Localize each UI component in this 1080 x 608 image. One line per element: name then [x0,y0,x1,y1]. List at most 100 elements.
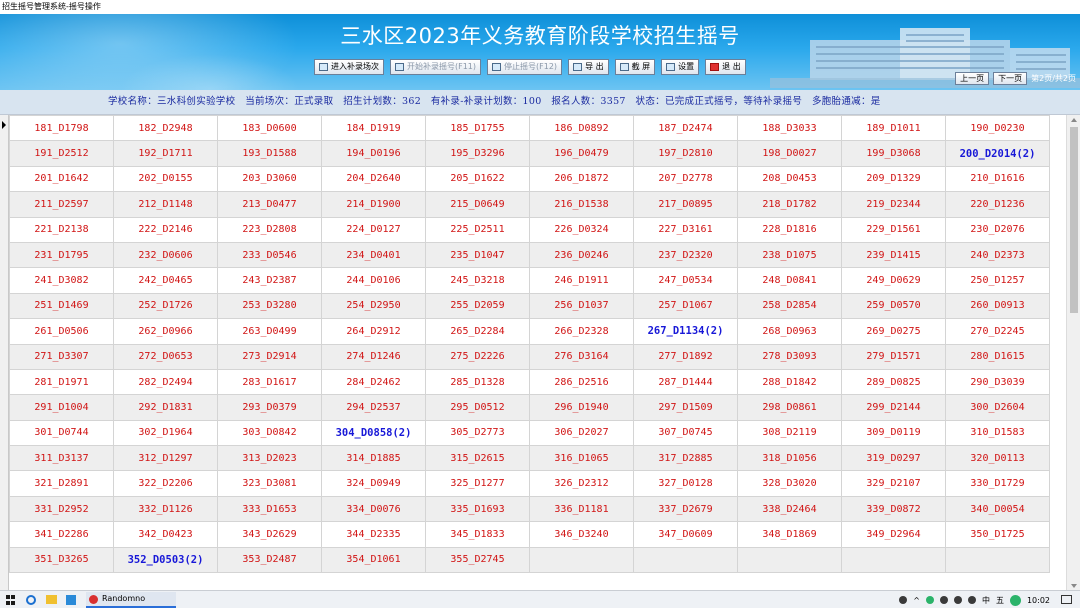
table-cell[interactable]: 312_D1297 [113,445,218,472]
table-cell[interactable]: 184_D1919 [321,114,426,142]
table-cell[interactable]: 188_D3033 [737,114,842,142]
table-cell[interactable]: 318_D1056 [737,445,842,472]
table-cell[interactable]: 223_D2808 [217,216,322,243]
table-cell[interactable] [945,546,1050,574]
table-cell[interactable]: 304_D0858(2) [321,419,426,447]
ime-layout[interactable]: 五 [996,595,1004,606]
table-cell[interactable]: 316_D1065 [529,445,634,472]
table-cell[interactable]: 338_D2464 [737,495,842,523]
table-cell[interactable]: 251_D1469 [9,292,114,320]
table-cell[interactable]: 191_D2512 [9,140,114,167]
table-cell[interactable]: 241_D3082 [9,267,114,294]
table-cell[interactable]: 336_D1181 [529,495,634,523]
table-cell[interactable]: 246_D1911 [529,267,634,294]
table-cell[interactable]: 292_D1831 [113,394,218,421]
table-cell[interactable]: 288_D1842 [737,368,842,396]
table-cell[interactable]: 248_D0841 [737,267,842,294]
table-cell[interactable]: 209_D1329 [841,165,946,193]
table-cell[interactable]: 324_D0949 [321,470,426,497]
vertical-scrollbar[interactable] [1066,115,1080,591]
table-cell[interactable]: 234_D0401 [321,241,426,269]
table-cell[interactable]: 355_D2745 [425,546,530,574]
table-cell[interactable]: 254_D2950 [321,292,426,320]
table-cell[interactable]: 353_D2487 [217,546,322,574]
table-cell[interactable]: 345_D1833 [425,521,530,548]
table-cell[interactable]: 293_D0379 [217,394,322,421]
table-cell[interactable]: 192_D1711 [113,140,218,167]
table-cell[interactable]: 259_D0570 [841,292,946,320]
screenshot-button[interactable]: 截 屏 [614,59,656,75]
table-cell[interactable]: 322_D2206 [113,470,218,497]
table-cell[interactable]: 282_D2494 [113,368,218,396]
table-cell[interactable]: 211_D2597 [9,191,114,218]
table-cell[interactable]: 352_D0503(2) [113,546,218,574]
store-icon[interactable] [66,595,76,605]
table-cell[interactable]: 240_D2373 [945,241,1050,269]
table-cell[interactable]: 247_D0534 [633,267,738,294]
table-cell[interactable]: 186_D0892 [529,114,634,142]
table-cell[interactable]: 193_D1588 [217,140,322,167]
next-page-button[interactable]: 下一页 [993,72,1028,85]
table-cell[interactable]: 226_D0324 [529,216,634,243]
edge-browser-icon[interactable] [26,595,36,605]
table-cell[interactable]: 236_D0246 [529,241,634,269]
table-cell[interactable]: 271_D3307 [9,343,114,370]
stop-draw-button[interactable]: 停止摇号(F12) [487,59,563,75]
table-cell[interactable]: 321_D2891 [9,470,114,497]
table-cell[interactable]: 295_D0512 [425,394,530,421]
table-cell[interactable]: 199_D3068 [841,140,946,167]
table-cell[interactable]: 263_D0499 [217,318,322,345]
table-cell[interactable]: 298_D0861 [737,394,842,421]
table-cell[interactable]: 266_D2328 [529,318,634,345]
table-cell[interactable]: 231_D1795 [9,241,114,269]
table-cell[interactable]: 261_D0506 [9,318,114,345]
battery-icon[interactable] [899,596,908,604]
table-cell[interactable]: 219_D2344 [841,191,946,218]
ime-mode[interactable]: 中 [982,595,990,606]
table-cell[interactable]: 342_D0423 [113,521,218,548]
sync-icon[interactable] [1009,594,1021,606]
table-cell[interactable]: 207_D2778 [633,165,738,193]
scroll-up-icon[interactable] [1071,118,1077,122]
table-cell[interactable]: 206_D1872 [529,165,634,193]
table-cell[interactable]: 264_D2912 [321,318,426,345]
table-cell[interactable]: 262_D0966 [113,318,218,345]
table-cell[interactable]: 339_D0872 [841,495,946,523]
table-cell[interactable]: 315_D2615 [425,445,530,472]
table-cell[interactable]: 227_D3161 [633,216,738,243]
table-cell[interactable]: 347_D0609 [633,521,738,548]
table-cell[interactable]: 309_D0119 [841,419,946,447]
table-cell[interactable]: 279_D1571 [841,343,946,370]
table-cell[interactable]: 340_D0054 [945,495,1050,523]
table-cell[interactable]: 326_D2312 [529,470,634,497]
table-cell[interactable]: 257_D1067 [633,292,738,320]
table-cell[interactable]: 280_D1615 [945,343,1050,370]
table-cell[interactable]: 301_D0744 [9,419,114,447]
table-cell[interactable]: 325_D1277 [425,470,530,497]
table-cell[interactable]: 222_D2146 [113,216,218,243]
table-cell[interactable]: 330_D1729 [945,470,1050,497]
table-cell[interactable]: 268_D0963 [737,318,842,345]
table-cell[interactable]: 307_D0745 [633,419,738,447]
table-cell[interactable]: 276_D3164 [529,343,634,370]
table-cell[interactable]: 281_D1971 [9,368,114,396]
table-cell[interactable]: 213_D0477 [217,191,322,218]
windows-start-icon[interactable] [6,595,16,605]
table-cell[interactable] [841,546,946,574]
chevron-up-icon[interactable]: ^ [913,596,920,605]
table-cell[interactable]: 256_D1037 [529,292,634,320]
table-cell[interactable]: 310_D1583 [945,419,1050,447]
table-cell[interactable]: 212_D1148 [113,191,218,218]
table-cell[interactable]: 320_D0113 [945,445,1050,472]
table-cell[interactable]: 308_D2119 [737,419,842,447]
table-cell[interactable]: 313_D2023 [217,445,322,472]
table-cell[interactable]: 351_D3265 [9,546,114,574]
table-cell[interactable]: 285_D1328 [425,368,530,396]
table-cell[interactable]: 275_D2226 [425,343,530,370]
table-cell[interactable]: 349_D2964 [841,521,946,548]
table-cell[interactable]: 314_D1885 [321,445,426,472]
table-cell[interactable]: 214_D1900 [321,191,426,218]
table-cell[interactable]: 221_D2138 [9,216,114,243]
table-cell[interactable]: 269_D0275 [841,318,946,345]
table-cell[interactable]: 225_D2511 [425,216,530,243]
